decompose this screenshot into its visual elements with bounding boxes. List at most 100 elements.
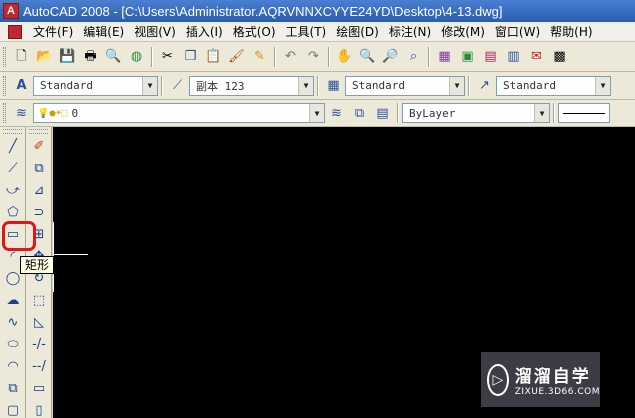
polygon-icon[interactable]: ⬠ [2, 202, 24, 223]
design-center-icon[interactable]: ▣ [457, 46, 478, 67]
construction-line-icon[interactable]: ⟋ [2, 158, 24, 179]
toolbar-grip[interactable] [29, 129, 48, 134]
scale-icon[interactable]: ⬚ [28, 290, 50, 311]
chevron-down-icon[interactable]: ▼ [142, 76, 157, 95]
zoom-realtime-icon[interactable]: 🔍 [357, 46, 378, 67]
layer-manager-icon[interactable]: ≋ [11, 103, 32, 124]
menu-window[interactable]: 窗口(W) [490, 23, 545, 40]
separator [397, 103, 399, 123]
separator [161, 75, 163, 96]
make-block-icon[interactable]: ▢ [2, 400, 24, 418]
copy-icon[interactable]: ❐ [180, 46, 201, 67]
rectangle-tool-highlight [2, 221, 36, 251]
stretch-icon[interactable]: ◺ [28, 312, 50, 333]
sheet-set-icon[interactable]: ▥ [503, 46, 524, 67]
chevron-down-icon[interactable]: ▼ [595, 76, 610, 95]
ellipse-arc-icon[interactable]: ◠ [2, 356, 24, 377]
layer-select[interactable]: 💡●☀⬚ 0 ▼ [33, 103, 325, 123]
zoom-previous-icon[interactable]: ⌕ [403, 46, 424, 67]
menu-dimension[interactable]: 标注(N) [384, 23, 436, 40]
chevron-down-icon[interactable]: ▼ [309, 104, 324, 122]
play-logo-icon: ▷ [487, 363, 509, 396]
autocad-app-icon[interactable]: A [3, 3, 19, 19]
separator [468, 75, 470, 96]
calculator-icon[interactable]: ▩ [549, 46, 570, 67]
table-style-icon[interactable]: ▦ [323, 75, 344, 96]
chevron-down-icon[interactable]: ▼ [298, 76, 313, 95]
markup-icon[interactable]: ✉ [526, 46, 547, 67]
toolbar-grip[interactable] [3, 75, 6, 96]
new-icon[interactable]: 🗋 [11, 46, 32, 67]
trim-icon[interactable]: -/- [28, 334, 50, 355]
window-title: AutoCAD 2008 - [C:\Users\Administrator.A… [23, 3, 503, 19]
block-editor-icon[interactable]: ✎ [249, 46, 270, 67]
menu-view[interactable]: 视图(V) [129, 23, 181, 40]
linetype-select[interactable] [558, 103, 610, 123]
text-style-select[interactable]: Standard ▼ [33, 75, 158, 96]
make-object-layer-current-icon[interactable]: ≋ [326, 103, 347, 124]
chevron-down-icon[interactable]: ▼ [534, 104, 549, 122]
dimension-style-value: 副本 123 [196, 79, 245, 93]
multileader-style-icon[interactable]: ↗ [474, 75, 495, 96]
properties-icon[interactable]: ▦ [434, 46, 455, 67]
offset-icon[interactable]: ⊃ [28, 202, 50, 223]
separator [317, 75, 319, 96]
menu-format[interactable]: 格式(O) [228, 23, 281, 40]
menu-file[interactable]: 文件(F) [28, 23, 78, 40]
line-icon[interactable]: ╱ [2, 136, 24, 157]
menu-modify[interactable]: 修改(M) [436, 23, 490, 40]
erase-icon[interactable]: ✐ [28, 136, 50, 157]
menu-insert[interactable]: 插入(I) [181, 23, 228, 40]
menu-draw[interactable]: 绘图(D) [331, 23, 384, 40]
crosshair-horizontal [53, 254, 88, 255]
separator [553, 103, 555, 123]
polyline-icon[interactable]: ⤻ [2, 180, 24, 201]
dimension-style-select[interactable]: 副本 123 ▼ [189, 75, 314, 96]
cut-icon[interactable]: ✂ [157, 46, 178, 67]
document-icon[interactable] [8, 24, 22, 39]
menu-tools[interactable]: 工具(T) [281, 23, 332, 40]
join-icon[interactable]: ▯ [28, 400, 50, 418]
table-style-select[interactable]: Standard ▼ [345, 75, 465, 96]
text-style-value: Standard [40, 79, 93, 92]
break-icon[interactable]: ▭ [28, 378, 50, 399]
redo-icon[interactable]: ↷ [303, 46, 324, 67]
layer-previous-icon[interactable]: ⧉ [349, 103, 370, 124]
publish-icon[interactable]: ◍ [126, 46, 147, 67]
spline-icon[interactable]: ∿ [2, 312, 24, 333]
multileader-style-select[interactable]: Standard ▼ [496, 75, 611, 96]
menu-bar: 文件(F) 编辑(E) 视图(V) 插入(I) 格式(O) 工具(T) 绘图(D… [0, 22, 635, 42]
menu-help[interactable]: 帮助(H) [545, 23, 597, 40]
text-style-icon[interactable]: A [11, 75, 32, 96]
ellipse-icon[interactable]: ⬭ [2, 334, 24, 355]
insert-block-icon[interactable]: ⧉ [2, 378, 24, 399]
color-value: ByLayer [409, 106, 456, 120]
copy-object-icon[interactable]: ⧉ [28, 158, 50, 179]
undo-icon[interactable]: ↶ [280, 46, 301, 67]
standard-toolbar: 🗋 📂 💾 🖶 🔍 ◍ ✂ ❐ 📋 🖌 ✎ ↶ ↷ ✋ 🔍 🔎 ⌕ ▦ ▣ ▤ … [0, 42, 635, 72]
linetype-preview [563, 112, 605, 114]
plot-preview-icon[interactable]: 🔍 [103, 46, 124, 67]
table-style-value: Standard [352, 79, 405, 92]
tool-palettes-icon[interactable]: ▤ [480, 46, 501, 67]
revision-cloud-icon[interactable]: ☁ [2, 290, 24, 311]
chevron-down-icon[interactable]: ▼ [449, 76, 464, 95]
pan-icon[interactable]: ✋ [334, 46, 355, 67]
toolbar-grip[interactable] [3, 129, 22, 134]
extend-icon[interactable]: --/ [28, 356, 50, 377]
plot-icon[interactable]: 🖶 [80, 46, 101, 67]
separator [274, 46, 276, 67]
open-icon[interactable]: 📂 [34, 46, 55, 67]
color-select[interactable]: ByLayer ▼ [402, 103, 550, 123]
menu-edit[interactable]: 编辑(E) [78, 23, 129, 40]
match-properties-icon[interactable]: 🖌 [226, 46, 247, 67]
multileader-style-value: Standard [503, 79, 556, 92]
toolbar-grip[interactable] [3, 46, 6, 67]
save-icon[interactable]: 💾 [57, 46, 78, 67]
layer-states-icon[interactable]: ▤ [372, 103, 393, 124]
zoom-window-icon[interactable]: 🔎 [380, 46, 401, 67]
mirror-icon[interactable]: ⊿ [28, 180, 50, 201]
toolbar-grip[interactable] [3, 103, 6, 123]
paste-icon[interactable]: 📋 [203, 46, 224, 67]
dimension-style-icon[interactable]: ⟋ [167, 75, 188, 96]
